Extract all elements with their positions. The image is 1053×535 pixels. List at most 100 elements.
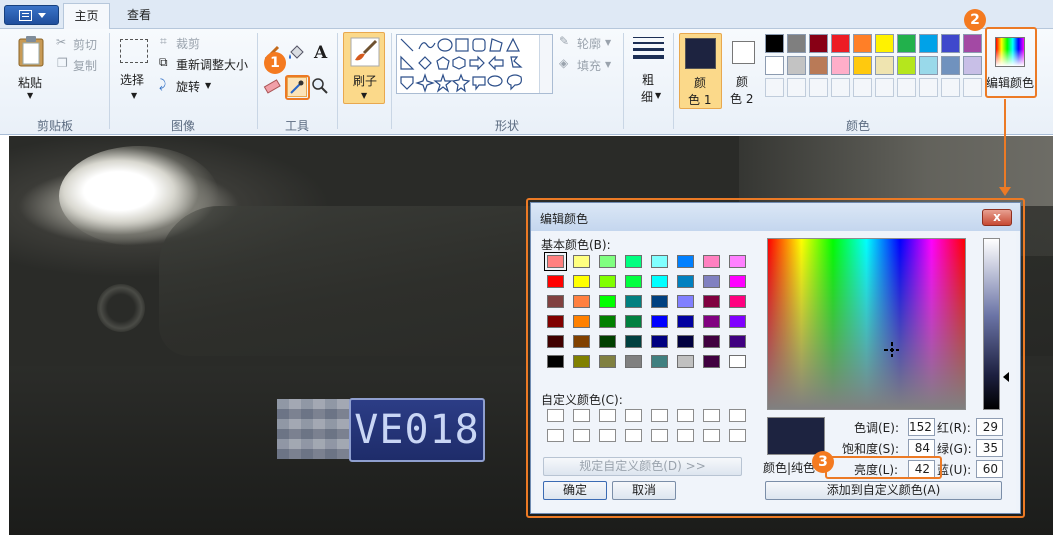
custom-color-swatch[interactable] bbox=[703, 429, 720, 442]
basic-color-swatch[interactable] bbox=[651, 355, 668, 368]
basic-color-swatch[interactable] bbox=[729, 255, 746, 268]
tab-home[interactable]: 主页 bbox=[63, 3, 110, 29]
custom-color-swatch[interactable] bbox=[729, 409, 746, 422]
basic-color-swatch[interactable] bbox=[703, 335, 720, 348]
basic-color-swatch[interactable] bbox=[625, 295, 642, 308]
palette-swatch[interactable] bbox=[963, 56, 982, 75]
custom-color-swatch[interactable] bbox=[599, 429, 616, 442]
select-button[interactable]: 选择 ▼ bbox=[114, 33, 152, 103]
custom-color-swatch[interactable] bbox=[729, 429, 746, 442]
palette-swatch-empty[interactable] bbox=[853, 78, 872, 97]
basic-color-swatch[interactable] bbox=[677, 255, 694, 268]
rotate-button[interactable]: ⤸ 旋转 ▼ bbox=[158, 77, 218, 95]
fill-button[interactable]: ◈ 填充 ▼ bbox=[558, 56, 618, 74]
basic-color-swatch[interactable] bbox=[544, 252, 567, 271]
basic-color-swatch[interactable] bbox=[573, 315, 590, 328]
close-button[interactable]: x bbox=[982, 209, 1012, 226]
basic-color-swatch[interactable] bbox=[729, 355, 746, 368]
ok-button[interactable]: 确定 bbox=[543, 481, 607, 500]
basic-color-swatch[interactable] bbox=[625, 335, 642, 348]
hue-field[interactable]: 152 bbox=[908, 418, 935, 436]
app-menu-button[interactable] bbox=[4, 5, 59, 25]
basic-color-swatch[interactable] bbox=[599, 315, 616, 328]
luminance-slider[interactable] bbox=[983, 238, 1000, 410]
cut-button[interactable]: ✂ 剪切 bbox=[56, 35, 106, 53]
basic-color-swatch[interactable] bbox=[625, 355, 642, 368]
basic-color-swatch[interactable] bbox=[651, 335, 668, 348]
palette-swatch-empty[interactable] bbox=[765, 78, 784, 97]
basic-color-swatch[interactable] bbox=[625, 315, 642, 328]
basic-color-swatch[interactable] bbox=[651, 255, 668, 268]
sat-field[interactable]: 84 bbox=[908, 439, 935, 457]
basic-color-swatch[interactable] bbox=[547, 275, 564, 288]
color2-button[interactable]: 颜 色 2 bbox=[724, 33, 762, 109]
text-tool[interactable]: A bbox=[311, 43, 331, 64]
custom-color-swatch[interactable] bbox=[677, 429, 694, 442]
basic-color-swatch[interactable] bbox=[547, 355, 564, 368]
palette-swatch[interactable] bbox=[853, 56, 872, 75]
tab-view[interactable]: 查看 bbox=[114, 3, 164, 29]
crop-button[interactable]: ⌗ 裁剪 bbox=[158, 34, 218, 52]
custom-color-swatch[interactable] bbox=[547, 429, 564, 442]
palette-swatch[interactable] bbox=[875, 34, 894, 53]
custom-color-swatch[interactable] bbox=[625, 409, 642, 422]
palette-swatch-empty[interactable] bbox=[831, 78, 850, 97]
resize-button[interactable]: ⧉ 重新调整大小 bbox=[158, 55, 253, 73]
palette-swatch[interactable] bbox=[765, 34, 784, 53]
paste-button[interactable]: 粘贴 ▼ bbox=[10, 33, 50, 103]
basic-color-swatch[interactable] bbox=[677, 275, 694, 288]
basic-color-swatch[interactable] bbox=[651, 275, 668, 288]
brush-button[interactable]: 刷子 ▼ bbox=[343, 32, 385, 104]
palette-swatch-empty[interactable] bbox=[919, 78, 938, 97]
basic-color-swatch[interactable] bbox=[625, 275, 642, 288]
palette-swatch[interactable] bbox=[875, 56, 894, 75]
color1-button[interactable]: 颜 色 1 bbox=[679, 33, 722, 109]
gallery-scrollbar[interactable] bbox=[539, 35, 552, 93]
palette-swatch[interactable] bbox=[897, 34, 916, 53]
custom-color-swatch[interactable] bbox=[651, 429, 668, 442]
basic-color-swatch[interactable] bbox=[599, 355, 616, 368]
basic-color-swatch[interactable] bbox=[573, 335, 590, 348]
custom-color-swatch[interactable] bbox=[703, 409, 720, 422]
copy-button[interactable]: ❐ 复制 bbox=[56, 56, 106, 74]
basic-color-swatch[interactable] bbox=[703, 295, 720, 308]
cancel-button[interactable]: 取消 bbox=[612, 481, 676, 500]
basic-color-swatch[interactable] bbox=[599, 335, 616, 348]
palette-swatch-empty[interactable] bbox=[875, 78, 894, 97]
blue-field[interactable]: 60 bbox=[976, 460, 1003, 478]
palette-swatch[interactable] bbox=[919, 56, 938, 75]
custom-color-swatch[interactable] bbox=[625, 429, 642, 442]
basic-color-swatch[interactable] bbox=[625, 255, 642, 268]
basic-color-swatch[interactable] bbox=[729, 315, 746, 328]
shapes-gallery[interactable] bbox=[396, 34, 553, 94]
palette-swatch-empty[interactable] bbox=[941, 78, 960, 97]
size-button[interactable]: 粗 细 ▼ bbox=[630, 33, 668, 105]
basic-color-swatch[interactable] bbox=[677, 335, 694, 348]
basic-color-swatch[interactable] bbox=[547, 315, 564, 328]
palette-swatch[interactable] bbox=[941, 56, 960, 75]
palette-swatch[interactable] bbox=[897, 56, 916, 75]
basic-color-swatch[interactable] bbox=[547, 295, 564, 308]
basic-color-swatch[interactable] bbox=[703, 255, 720, 268]
palette-swatch-empty[interactable] bbox=[809, 78, 828, 97]
basic-color-swatch[interactable] bbox=[599, 275, 616, 288]
basic-color-swatch[interactable] bbox=[677, 295, 694, 308]
basic-color-swatch[interactable] bbox=[651, 315, 668, 328]
custom-color-swatch[interactable] bbox=[573, 429, 590, 442]
palette-swatch[interactable] bbox=[941, 34, 960, 53]
basic-color-swatch[interactable] bbox=[703, 275, 720, 288]
define-custom-colors-button[interactable]: 规定自定义颜色(D) >> bbox=[543, 457, 742, 476]
basic-color-swatch[interactable] bbox=[599, 255, 616, 268]
basic-color-swatch[interactable] bbox=[677, 355, 694, 368]
palette-swatch[interactable] bbox=[853, 34, 872, 53]
outline-button[interactable]: ✎ 轮廓 ▼ bbox=[558, 34, 618, 52]
basic-color-swatch[interactable] bbox=[651, 295, 668, 308]
luminance-pointer-icon[interactable] bbox=[1003, 372, 1009, 382]
palette-swatch[interactable] bbox=[919, 34, 938, 53]
basic-color-swatch[interactable] bbox=[703, 355, 720, 368]
basic-color-swatch[interactable] bbox=[547, 335, 564, 348]
palette-swatch[interactable] bbox=[787, 34, 806, 53]
custom-color-swatch[interactable] bbox=[677, 409, 694, 422]
palette-swatch-empty[interactable] bbox=[897, 78, 916, 97]
basic-color-swatch[interactable] bbox=[599, 295, 616, 308]
